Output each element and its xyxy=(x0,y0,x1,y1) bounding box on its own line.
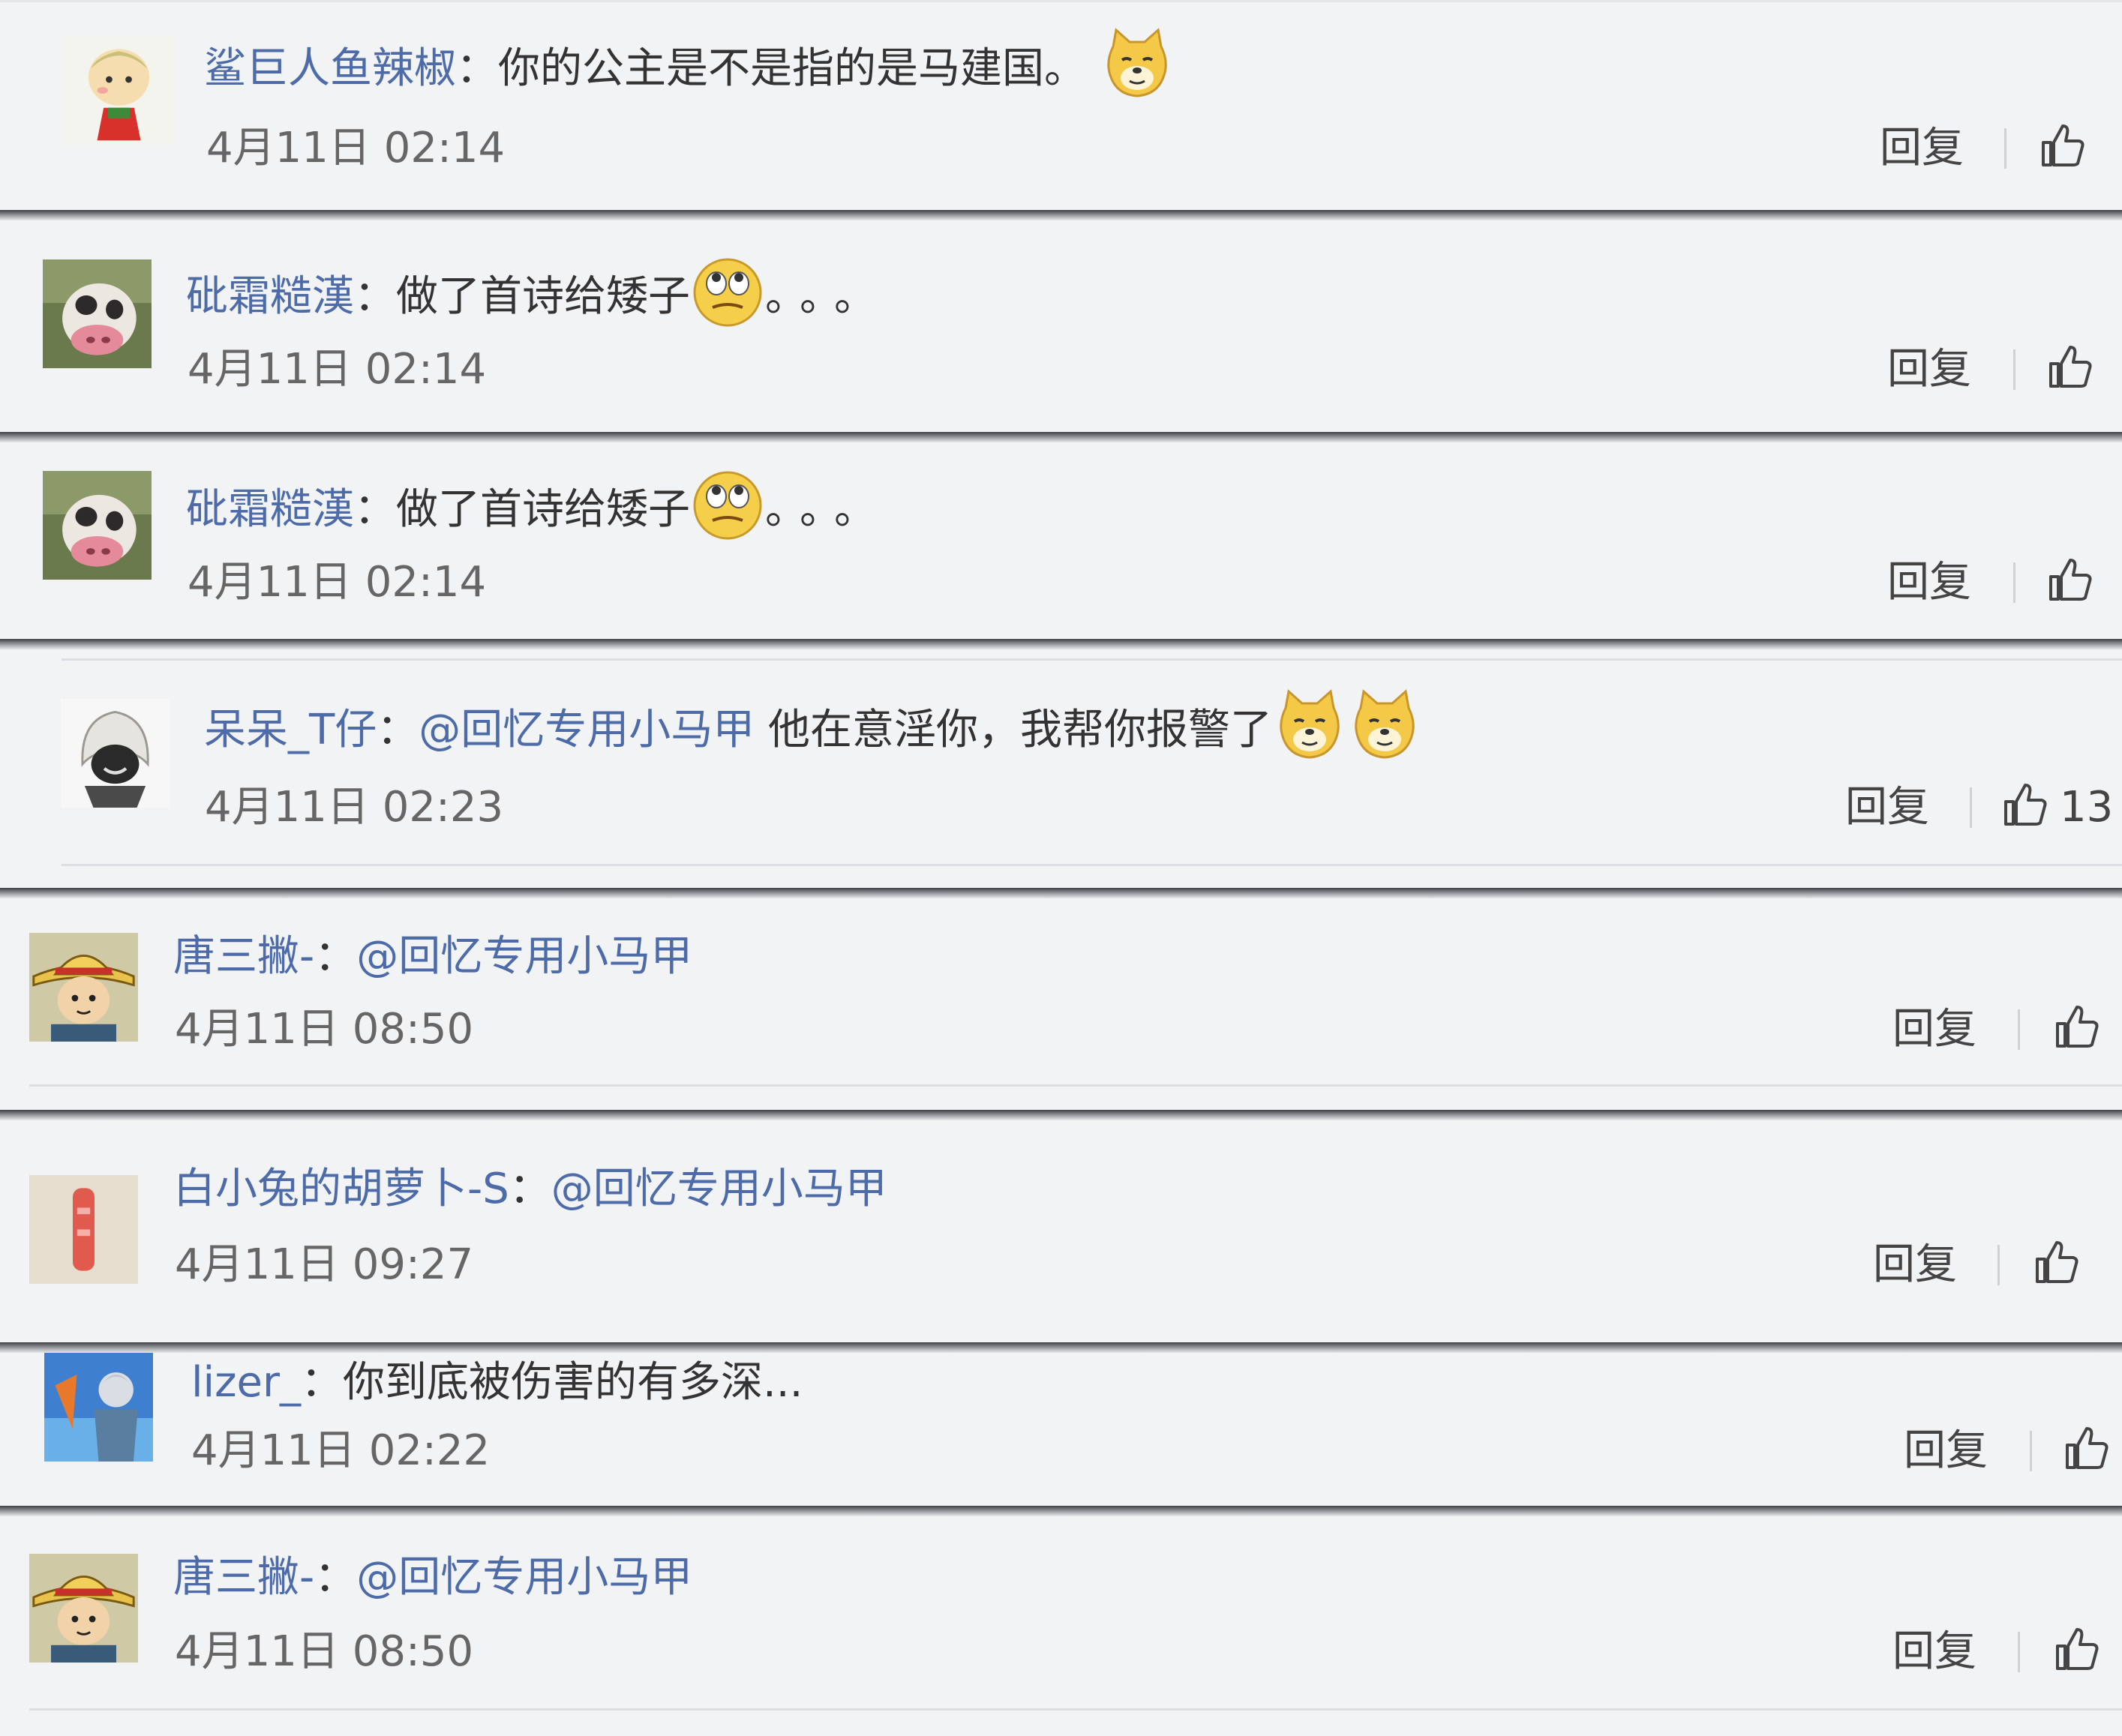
comment-text: 唐三撇-：@回忆专用小马甲 xyxy=(173,932,693,981)
username[interactable]: 唐三撇- xyxy=(173,1553,314,1602)
action-divider xyxy=(2004,128,2006,169)
comment-item: 鲨巨人鱼辣椒：你的公主是不是指的是马建国。 4月11日 02:14 回复 xyxy=(0,0,2122,210)
username[interactable]: 唐三撇- xyxy=(173,932,314,981)
timestamp: 4月11日 08:50 xyxy=(175,1627,474,1676)
reply-button[interactable]: 回复 xyxy=(1887,556,1971,609)
user-avatar[interactable] xyxy=(29,1554,138,1663)
thumbs-up-icon[interactable] xyxy=(2053,1003,2101,1051)
comment-item: 砒霜糙漢：做了首诗给矮子。。。 4月11日 02:14 回复 xyxy=(0,442,2122,639)
doge-emoji-icon xyxy=(1272,687,1347,762)
timestamp: 4月11日 02:14 xyxy=(188,558,487,607)
action-divider xyxy=(1970,787,1972,828)
thumbs-up-icon[interactable] xyxy=(2063,1424,2111,1472)
user-avatar[interactable] xyxy=(65,36,173,145)
message-trail: 。。。 xyxy=(765,485,890,534)
username[interactable]: lizer_ xyxy=(191,1358,301,1407)
comment-text: lizer_：你到底被伤害的有多深... xyxy=(191,1358,803,1407)
message: 你到底被伤害的有多深... xyxy=(343,1358,803,1407)
action-divider xyxy=(2013,562,2015,603)
action-divider xyxy=(1997,1245,2000,1285)
user-avatar[interactable] xyxy=(29,933,138,1042)
comment-text: 白小兔的胡萝卜-S：@回忆专用小马甲 xyxy=(173,1165,887,1213)
action-divider xyxy=(2013,349,2015,390)
reply-button[interactable]: 回复 xyxy=(1845,781,1929,834)
comment-text: 唐三撇-：@回忆专用小马甲 xyxy=(173,1553,693,1602)
like-count: 13 xyxy=(2060,783,2114,832)
comment-text: 砒霜糙漢：做了首诗给矮子。。。 xyxy=(186,258,890,327)
comment-item: 白小兔的胡萝卜-S：@回忆专用小马甲 4月11日 09:27 回复 xyxy=(0,1120,2122,1342)
timestamp: 4月11日 02:14 xyxy=(188,345,487,394)
reply-button[interactable]: 回复 xyxy=(1904,1425,1988,1477)
timestamp: 4月11日 08:50 xyxy=(175,1005,474,1054)
user-avatar[interactable] xyxy=(29,1175,138,1284)
message: 你的公主是不是指的是马建国。 xyxy=(498,44,1086,93)
reply-button[interactable]: 回复 xyxy=(1873,1239,1957,1291)
user-avatar[interactable] xyxy=(44,1353,153,1462)
message: 做了首诗给矮子 xyxy=(396,272,690,321)
comment-item: 砒霜糙漢：做了首诗给矮子。。。 4月11日 02:14 回复 xyxy=(0,220,2122,432)
thumbs-up-icon[interactable] xyxy=(2046,556,2094,604)
reply-button[interactable]: 回复 xyxy=(1887,343,1971,396)
reply-button[interactable]: 回复 xyxy=(1892,1626,1976,1678)
mention-link[interactable]: @回忆专用小马甲 xyxy=(356,1553,692,1602)
action-divider xyxy=(2030,1431,2032,1471)
mention-link[interactable]: @回忆专用小马甲 xyxy=(551,1165,887,1213)
action-divider xyxy=(2018,1632,2020,1672)
message-trail: 。。。 xyxy=(765,272,890,321)
mention-link[interactable]: @回忆专用小马甲 xyxy=(356,932,692,981)
timestamp: 4月11日 09:27 xyxy=(175,1240,474,1289)
message: 做了首诗给矮子 xyxy=(396,485,690,534)
username[interactable]: 砒霜糙漢 xyxy=(186,272,354,321)
thumbs-up-icon[interactable] xyxy=(2053,1625,2101,1673)
comment-item: 唐三撇-：@回忆专用小马甲 4月11日 08:50 回复 xyxy=(0,898,2122,1110)
username[interactable]: 白小兔的胡萝卜-S xyxy=(173,1165,509,1213)
thumbs-up-icon[interactable] xyxy=(2001,781,2049,829)
timestamp: 4月11日 02:22 xyxy=(191,1426,491,1475)
eye-roll-emoji-icon xyxy=(690,253,765,328)
doge-emoji-icon xyxy=(1100,25,1175,100)
username[interactable]: 呆呆_T仔 xyxy=(204,706,377,754)
message: 他在意淫你，我帮你报警了 xyxy=(755,706,1273,754)
reply-button[interactable]: 回复 xyxy=(1880,122,1964,175)
comment-item: 呆呆_T仔：@回忆专用小马甲 他在意淫你，我帮你报警了 4月11日 02:23 … xyxy=(0,649,2122,888)
comment-item: lizer_：你到底被伤害的有多深... 4月11日 02:22 回复 xyxy=(0,1353,2122,1518)
comment-text: 砒霜糙漢：做了首诗给矮子。。。 xyxy=(186,471,890,540)
comment-text: 鲨巨人鱼辣椒：你的公主是不是指的是马建国。 xyxy=(204,27,1175,99)
comment-item: 唐三撇-：@回忆专用小马甲 4月11日 08:50 回复 xyxy=(0,1516,2122,1736)
username[interactable]: 砒霜糙漢 xyxy=(186,485,354,534)
user-avatar[interactable] xyxy=(43,471,152,580)
thumbs-up-icon[interactable] xyxy=(2033,1238,2081,1286)
mention-link[interactable]: @回忆专用小马甲 xyxy=(419,706,755,754)
user-avatar[interactable] xyxy=(61,699,170,808)
thumbs-up-icon[interactable] xyxy=(2039,121,2087,169)
reply-button[interactable]: 回复 xyxy=(1892,1003,1976,1056)
user-avatar[interactable] xyxy=(43,259,152,368)
doge-emoji-icon xyxy=(1347,687,1422,762)
username[interactable]: 鲨巨人鱼辣椒 xyxy=(204,44,456,93)
thumbs-up-icon[interactable] xyxy=(2046,343,2094,391)
eye-roll-emoji-icon xyxy=(690,466,765,541)
comment-text: 呆呆_T仔：@回忆专用小马甲 他在意淫你，我帮你报警了 xyxy=(204,688,1422,760)
action-divider xyxy=(2018,1009,2020,1050)
timestamp: 4月11日 02:14 xyxy=(206,124,506,172)
timestamp: 4月11日 02:23 xyxy=(205,783,504,832)
